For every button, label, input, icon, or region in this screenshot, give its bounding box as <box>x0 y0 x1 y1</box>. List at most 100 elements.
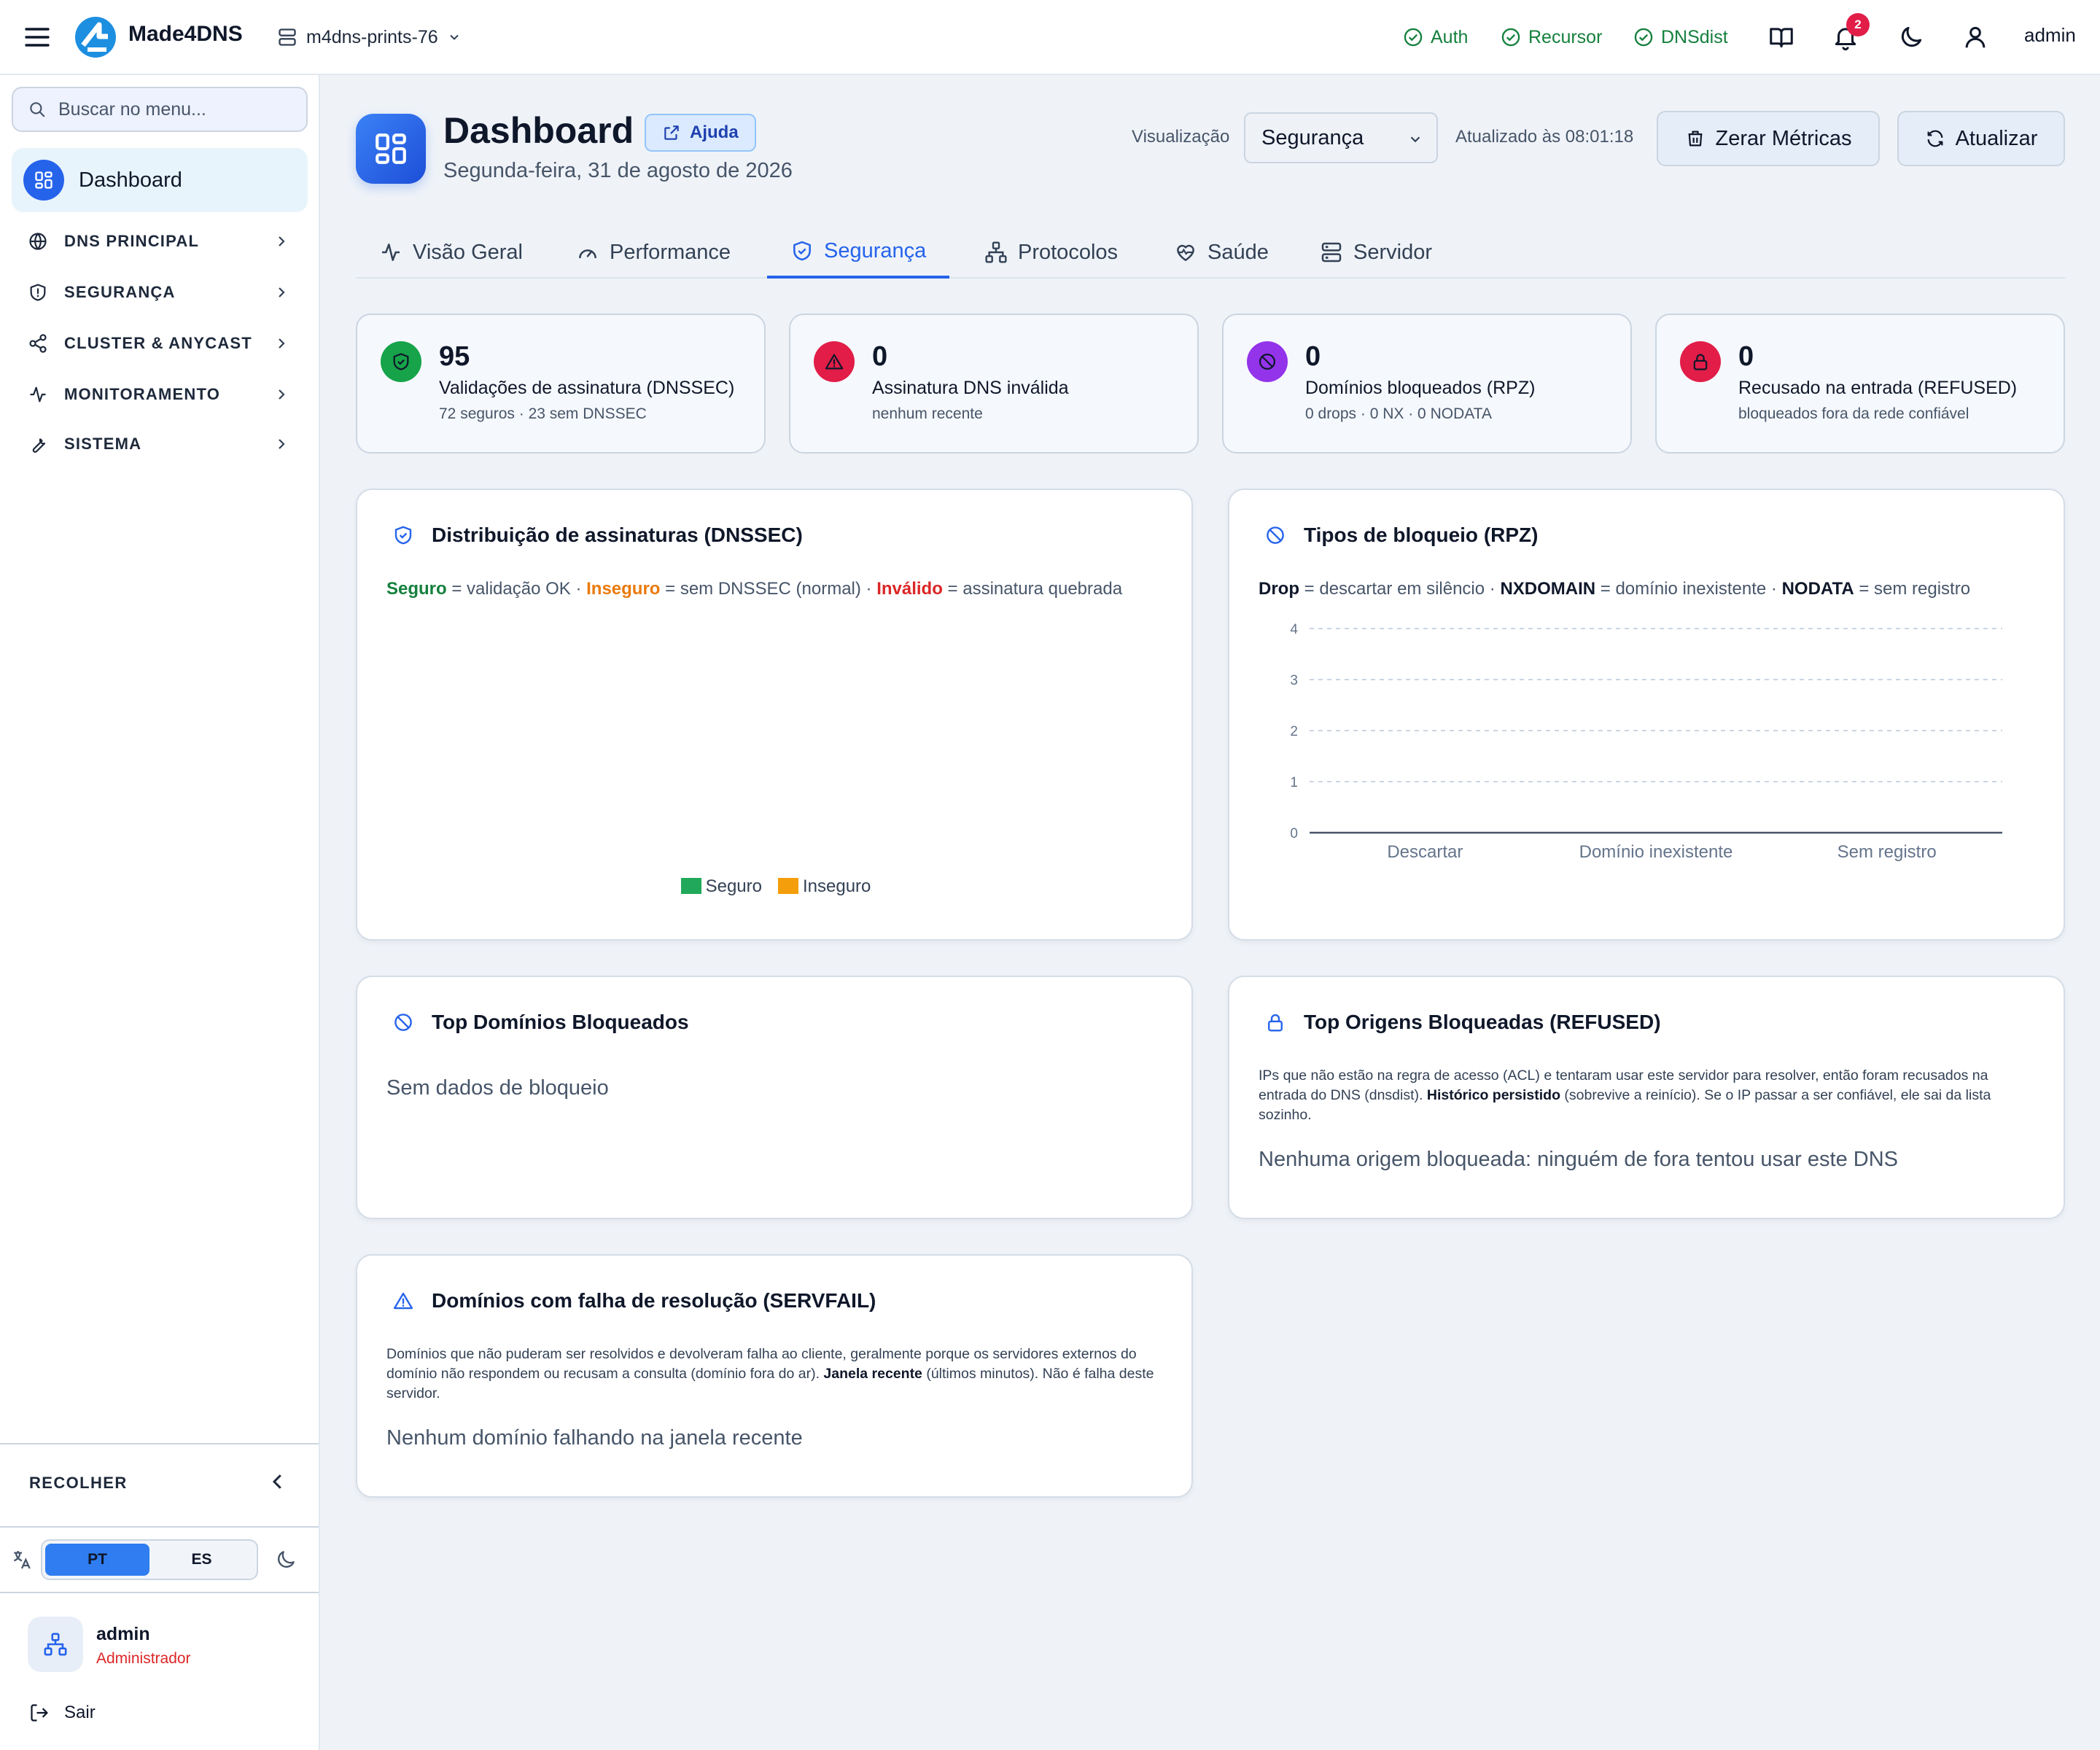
stat-card-dnssec: 95 Validações de assinatura (DNSSEC) 72 … <box>356 314 766 454</box>
tab-seguranca[interactable]: Segurança <box>767 226 950 279</box>
stat-card-rpz: 0 Domínios bloqueados (RPZ) 0 drops · 0 … <box>1222 314 1632 454</box>
chevron-left-icon[interactable] <box>267 1471 289 1493</box>
updated-timestamp: Atualizado às 08:01:18 <box>1455 127 1634 147</box>
top-refused-origins-panel: Top Origens Bloqueadas (REFUSED) IPs que… <box>1228 976 2065 1219</box>
view-select[interactable]: Segurança <box>1244 112 1438 163</box>
legend-label: Seguro <box>705 876 762 896</box>
stat-card-refused: 0 Recusado na entrada (REFUSED) bloquead… <box>1655 314 2065 454</box>
chart-legend: Seguro Inseguro <box>357 876 1194 897</box>
book-icon[interactable] <box>1768 23 1795 51</box>
view-select-value: Segurança <box>1261 125 1364 149</box>
page-title: Dashboard <box>443 110 634 151</box>
logout-icon <box>31 1704 48 1722</box>
legend-term-invalido: Inválido <box>876 579 943 599</box>
legend-term-nodata: NODATA <box>1781 579 1854 599</box>
stat-label: Domínios bloqueados (RPZ) <box>1305 378 1536 398</box>
sidebar-item-dashboard[interactable]: Dashboard <box>12 148 308 212</box>
sidebar-divider <box>0 1443 319 1444</box>
chevron-right-icon <box>279 236 285 246</box>
check-circle-icon <box>1501 28 1520 47</box>
stat-value: 95 <box>439 341 470 372</box>
stat-value: 0 <box>872 341 888 372</box>
user-name[interactable]: admin <box>2024 24 2076 47</box>
desc-emphasis: Histórico persistido <box>1426 1087 1560 1103</box>
y-tick-label: 4 <box>1290 622 1298 637</box>
search-input[interactable]: Buscar no menu... <box>12 87 308 132</box>
external-link-icon <box>664 125 679 140</box>
legend-item-inseguro[interactable]: Inseguro <box>777 876 871 897</box>
tab-saude[interactable]: Saúde <box>1151 226 1292 279</box>
panel-description: Domínios que não puderam ser resolvidos … <box>386 1345 1159 1404</box>
tab-label: Performance <box>610 240 731 264</box>
tab-performance[interactable]: Performance <box>553 226 754 279</box>
page-icon <box>356 114 426 184</box>
legend-swatch <box>777 878 798 894</box>
sidebar-item-sistema[interactable]: SISTEMA <box>28 428 290 460</box>
globe-icon <box>29 233 47 250</box>
user-role: Administrador <box>96 1650 191 1667</box>
sidebar-item-label: SEGURANÇA <box>64 283 176 301</box>
legend-desc: = descartar em silêncio · <box>1299 579 1501 599</box>
menu-icon[interactable] <box>23 25 51 50</box>
servfail-domains-panel: Domínios com falha de resolução (SERVFAI… <box>356 1254 1193 1498</box>
moon-icon[interactable] <box>1897 23 1925 51</box>
network-icon <box>985 241 1007 263</box>
stat-subtext: nenhum recente <box>872 405 983 422</box>
refresh-button[interactable]: Atualizar <box>1897 111 2065 166</box>
alert-triangle-icon <box>393 1292 413 1310</box>
server-selector[interactable]: m4dns-prints-76 <box>277 23 462 51</box>
dashboard-icon <box>23 160 64 201</box>
panel-title-text: Top Origens Bloqueadas (REFUSED) <box>1304 1011 1661 1033</box>
network-icon <box>44 1633 67 1656</box>
collapse-label[interactable]: RECOLHER <box>29 1474 128 1493</box>
lang-pt-button[interactable]: PT <box>45 1544 149 1576</box>
moon-icon[interactable] <box>274 1548 298 1571</box>
legend-swatch <box>680 878 701 894</box>
share-icon <box>29 334 47 353</box>
tab-visao-geral[interactable]: Visão Geral <box>356 226 546 279</box>
legend-item-seguro[interactable]: Seguro <box>680 876 762 897</box>
panel-title-text: Top Domínios Bloqueados <box>432 1011 689 1033</box>
user-icon[interactable] <box>1961 23 1989 51</box>
check-circle-icon <box>1634 28 1653 47</box>
rpz-types-panel: Tipos de bloqueio (RPZ) Drop = descartar… <box>1228 489 2065 941</box>
ban-icon <box>1247 341 1288 382</box>
status-recursor[interactable]: Recursor <box>1501 23 1602 51</box>
sidebar-item-cluster-anycast[interactable]: CLUSTER & ANYCAST <box>28 327 290 359</box>
panel-title-text: Distribuição de assinaturas (DNSSEC) <box>432 524 803 546</box>
reset-metrics-button[interactable]: Zerar Métricas <box>1657 111 1880 166</box>
sidebar-item-dns-principal[interactable]: DNS PRINCIPAL <box>28 225 290 257</box>
rpz-bar-chart: 0 1 2 3 4 Descartar Domínio inexistente Sem reg… <box>1290 622 2002 862</box>
desc-emphasis: Janela recente <box>823 1366 922 1382</box>
user-display-name: admin <box>96 1624 150 1644</box>
lang-es-button[interactable]: ES <box>149 1544 254 1576</box>
logout-button[interactable]: Sair <box>29 1703 96 1723</box>
legend-desc: = assinatura quebrada <box>942 579 1123 599</box>
tab-label: Servidor <box>1353 240 1432 264</box>
refresh-label: Atualizar <box>1955 126 2038 150</box>
x-tick-label: Descartar <box>1387 842 1463 862</box>
sidebar-item-label: CLUSTER & ANYCAST <box>64 334 252 352</box>
chevron-right-icon <box>279 439 285 449</box>
tab-protocolos[interactable]: Protocolos <box>961 226 1141 279</box>
shield-check-icon <box>394 526 412 545</box>
brand-name: Made4DNS <box>128 22 243 46</box>
y-tick-label: 0 <box>1290 826 1298 841</box>
tab-servidor[interactable]: Servidor <box>1296 226 1455 279</box>
sidebar-item-seguranca[interactable]: SEGURANÇA <box>28 276 290 308</box>
empty-state: Nenhuma origem bloqueada: ninguém de for… <box>1259 1148 1898 1171</box>
sidebar-item-monitoramento[interactable]: MONITORAMENTO <box>28 378 290 411</box>
legend-term-nxdomain: NXDOMAIN <box>1500 579 1596 599</box>
page-date: Segunda-feira, 31 de agosto de 2026 <box>443 159 793 182</box>
legend-desc: = validação OK · <box>446 579 587 599</box>
stat-subtext: bloqueados fora da rede confiável <box>1738 405 1969 422</box>
panel-title: Distribuição de assinaturas (DNSSEC) <box>392 524 803 547</box>
shield-icon <box>30 284 46 301</box>
help-label: Ajuda <box>690 122 739 142</box>
status-auth[interactable]: Auth <box>1403 23 1468 51</box>
top-bar: Made4DNS m4dns-prints-76 Auth Recursor D… <box>0 0 2100 75</box>
help-button[interactable]: Ajuda <box>645 114 756 152</box>
status-dnsdist[interactable]: DNSdist <box>1633 23 1728 51</box>
stat-label: Recusado na entrada (REFUSED) <box>1738 378 2018 398</box>
alert-triangle-icon <box>814 341 855 382</box>
